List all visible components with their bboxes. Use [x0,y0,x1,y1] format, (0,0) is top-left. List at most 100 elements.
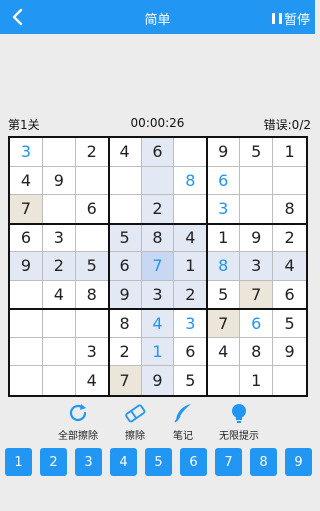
number-key-5[interactable]: 5 [145,448,172,476]
sudoku-cell[interactable]: 5 [240,138,274,167]
erase-label: 擦除 [125,431,145,442]
sudoku-cell[interactable] [141,166,175,196]
sudoku-cell[interactable] [10,309,43,338]
sudoku-cell[interactable]: 9 [141,366,175,395]
sudoku-cell[interactable]: 4 [174,223,208,253]
sudoku-cell[interactable]: 5 [273,309,306,338]
sudoku-cell[interactable] [10,280,43,310]
clear-all-button[interactable]: 全部擦除 [48,401,108,442]
number-key-9[interactable]: 9 [285,448,312,476]
sudoku-cell[interactable]: 3 [240,252,274,281]
sudoku-cell[interactable]: 3 [207,195,241,224]
sudoku-cell[interactable] [43,366,76,395]
sudoku-cell[interactable]: 6 [273,281,306,310]
sudoku-cell[interactable]: 2 [108,337,142,367]
sudoku-cell[interactable]: 9 [10,252,43,281]
sudoku-cell[interactable] [273,366,306,395]
sudoku-cell[interactable]: 6 [75,195,109,224]
sudoku-cell[interactable]: 6 [207,166,241,196]
sudoku-cell[interactable] [10,366,43,395]
pause-button[interactable]: 暂停 [271,9,310,28]
sudoku-cell[interactable] [42,138,76,167]
sudoku-cell[interactable]: 3 [42,223,76,253]
sudoku-cell[interactable]: 8 [240,337,274,367]
sudoku-cell[interactable]: 2 [141,195,175,224]
difficulty-title: 简单 [144,13,171,28]
sudoku-cell[interactable] [273,167,306,196]
sudoku-cell[interactable] [10,337,43,367]
sudoku-cell[interactable]: 8 [108,309,142,338]
sudoku-cell[interactable] [75,309,109,338]
sudoku-cell[interactable]: 8 [207,252,241,281]
clear-all-label: 全部擦除 [58,431,98,442]
sudoku-cell[interactable]: 9 [42,166,76,196]
sudoku-cell[interactable]: 4 [108,138,142,167]
notes-button[interactable]: 笔记 [153,401,213,442]
sudoku-cell[interactable]: 1 [273,138,306,167]
sudoku-cell[interactable]: 7 [207,309,241,338]
sudoku-cell[interactable]: 8 [174,166,208,196]
sudoku-cell[interactable]: 1 [207,223,241,253]
sudoku-cell[interactable]: 2 [42,252,76,281]
sudoku-cell[interactable] [240,166,274,196]
sudoku-cell[interactable]: 4 [42,280,76,310]
sudoku-cell[interactable]: 5 [75,252,109,281]
sudoku-cell[interactable]: 7 [240,280,274,310]
sudoku-cell[interactable] [42,309,76,338]
sudoku-cell[interactable]: 5 [207,280,241,310]
sudoku-cell[interactable]: 8 [273,195,306,224]
sudoku-cell[interactable] [75,223,109,253]
sudoku-cell[interactable] [108,166,142,196]
sudoku-cell[interactable]: 1 [174,252,208,281]
sudoku-cell[interactable]: 7 [108,366,142,395]
sudoku-cell[interactable]: 4 [141,309,175,338]
number-keypad: 1 2 3 4 5 6 7 8 9 [5,448,315,476]
sudoku-cell[interactable]: 6 [174,337,208,367]
number-key-6[interactable]: 6 [180,448,207,476]
sudoku-cell[interactable] [108,195,142,224]
sudoku-cell[interactable]: 9 [240,223,274,253]
sudoku-cell[interactable]: 8 [75,280,109,310]
sudoku-cell[interactable]: 4 [76,366,109,395]
number-key-4[interactable]: 4 [110,448,137,476]
sudoku-cell[interactable] [207,366,241,395]
number-key-2[interactable]: 2 [40,448,67,476]
sudoku-cell[interactable] [174,195,208,224]
sudoku-cell[interactable]: 3 [10,138,43,167]
sudoku-cell[interactable]: 9 [273,338,306,367]
sudoku-cell[interactable] [174,138,208,167]
sudoku-cell[interactable]: 3 [141,280,175,310]
sudoku-cell[interactable]: 1 [240,366,274,395]
sudoku-cell[interactable]: 6 [141,138,175,167]
hint-button[interactable]: 无限提示 [209,401,269,442]
sudoku-cell[interactable]: 5 [108,223,142,253]
sudoku-cell[interactable]: 2 [273,224,306,253]
number-key-3[interactable]: 3 [75,448,102,476]
sudoku-cell[interactable]: 7 [141,252,175,281]
sudoku-cell[interactable] [240,195,274,224]
number-key-8[interactable]: 8 [250,448,277,476]
sudoku-cell[interactable]: 3 [75,337,109,367]
sudoku-cell[interactable]: 5 [174,366,208,395]
feather-icon [174,404,191,423]
sudoku-cell[interactable]: 7 [10,195,43,224]
sudoku-cell[interactable] [42,337,76,367]
sudoku-cell[interactable]: 3 [174,309,208,338]
sudoku-cell[interactable]: 4 [273,252,306,281]
sudoku-cell[interactable]: 9 [108,280,142,310]
sudoku-cell[interactable]: 4 [10,166,43,196]
sudoku-cell[interactable]: 1 [141,337,175,367]
sudoku-cell[interactable]: 4 [207,337,241,367]
sudoku-cell[interactable]: 6 [10,223,43,253]
notes-label: 笔记 [173,431,193,442]
sudoku-cell[interactable]: 2 [75,138,109,167]
sudoku-cell[interactable]: 8 [141,223,175,253]
sudoku-cell[interactable]: 6 [108,252,142,281]
sudoku-cell[interactable]: 6 [240,309,274,338]
sudoku-cell[interactable] [42,195,76,224]
sudoku-cell[interactable]: 2 [174,280,208,310]
sudoku-cell[interactable] [75,166,109,196]
number-key-7[interactable]: 7 [215,448,242,476]
number-key-1[interactable]: 1 [5,448,32,476]
sudoku-cell[interactable]: 9 [207,138,241,167]
